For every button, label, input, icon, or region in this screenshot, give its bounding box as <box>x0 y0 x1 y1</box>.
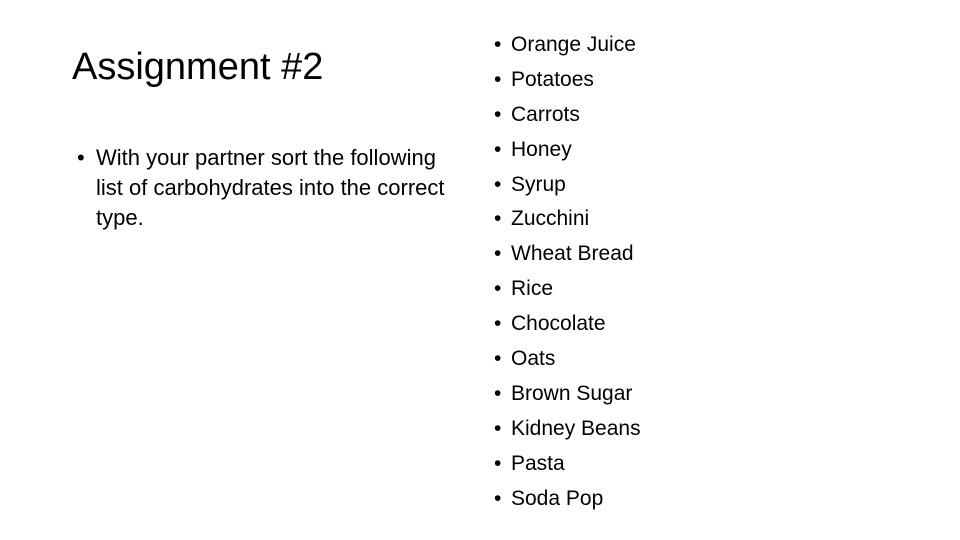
bullet-icon: • <box>494 486 502 510</box>
list-item: • Orange Juice <box>490 28 910 63</box>
bullet-icon: • <box>494 347 502 371</box>
bullet-icon: • <box>494 207 502 231</box>
page-title: Assignment #2 <box>72 46 324 88</box>
right-content-column: • Orange Juice • Potatoes • Carrots • Ho… <box>490 28 910 516</box>
list-item: • Honey <box>490 133 910 168</box>
bullet-icon: • <box>77 145 85 170</box>
list-item: • Potatoes <box>490 63 910 98</box>
list-item: • With your partner sort the following l… <box>60 143 460 233</box>
bullet-icon: • <box>494 312 502 336</box>
list-item: • Brown Sugar <box>490 377 910 412</box>
list-item-label: Chocolate <box>511 312 606 336</box>
list-item: • Oats <box>490 342 910 377</box>
list-item: • Kidney Beans <box>490 412 910 447</box>
left-content-column: Assignment #2 • With your partner sort t… <box>60 44 460 233</box>
list-item: • Wheat Bread <box>490 237 910 272</box>
bullet-icon: • <box>494 172 502 196</box>
list-item-label: Syrup <box>511 172 566 196</box>
bullet-icon: • <box>494 416 502 440</box>
bullet-icon: • <box>494 67 502 91</box>
bullet-icon: • <box>494 137 502 161</box>
list-item: • Carrots <box>490 98 910 133</box>
list-item-label: Soda Pop <box>511 486 604 510</box>
list-item: • Rice <box>490 272 910 307</box>
list-item-label: Wheat Bread <box>511 242 634 266</box>
bullet-icon: • <box>494 451 502 475</box>
bullet-icon: • <box>494 102 502 126</box>
instruction-list: • With your partner sort the following l… <box>60 143 460 233</box>
list-item-label: Carrots <box>511 102 580 126</box>
list-item-label: Honey <box>511 137 572 161</box>
list-item: • Soda Pop <box>490 482 910 517</box>
presentation-slide: Assignment #2 • With your partner sort t… <box>0 0 960 540</box>
list-item-label: Orange Juice <box>511 33 636 56</box>
list-item-label: Kidney Beans <box>511 416 641 440</box>
bullet-icon: • <box>494 277 502 301</box>
instruction-text: With your partner sort the following lis… <box>96 145 445 230</box>
list-item-label: Potatoes <box>511 67 594 91</box>
carbohydrate-item-list: • Orange Juice • Potatoes • Carrots • Ho… <box>490 28 910 516</box>
list-item-label: Zucchini <box>511 207 590 231</box>
bullet-icon: • <box>494 33 502 56</box>
list-item-label: Rice <box>511 277 554 301</box>
list-item-label: Pasta <box>511 451 565 475</box>
bullet-icon: • <box>494 242 502 266</box>
list-item: • Chocolate <box>490 307 910 342</box>
list-item-label: Oats <box>511 347 556 371</box>
bullet-icon: • <box>494 381 502 405</box>
list-item: • Zucchini <box>490 202 910 237</box>
list-item: • Syrup <box>490 168 910 203</box>
list-item-label: Brown Sugar <box>511 381 633 405</box>
list-item: • Pasta <box>490 447 910 482</box>
